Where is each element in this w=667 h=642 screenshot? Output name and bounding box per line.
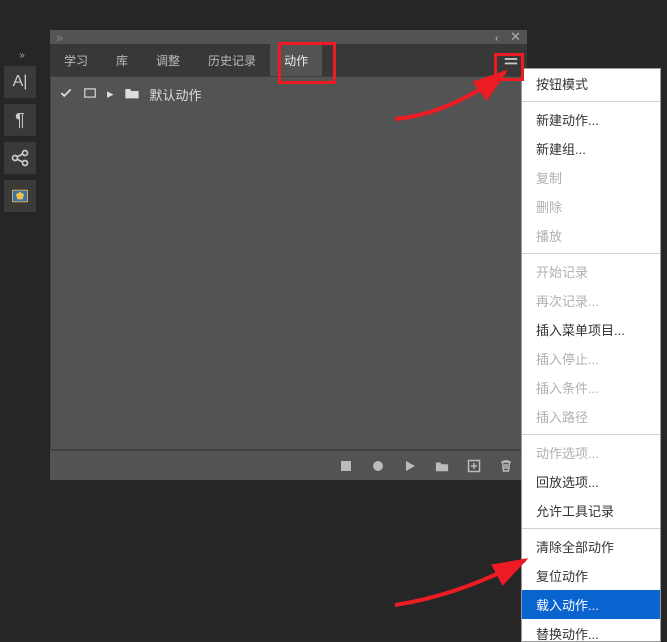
menu-separator [522,253,660,254]
menu-item[interactable]: 替换动作... [522,619,660,642]
menu-item: 插入停止... [522,344,660,373]
menu-item: 播放 [522,221,660,250]
new-action-icon[interactable] [467,459,481,473]
expand-chevron-icon[interactable]: ▸ [107,86,114,102]
record-icon[interactable] [371,459,385,473]
menu-separator [522,101,660,102]
share-icon[interactable] [4,142,36,174]
menu-separator [522,434,660,435]
menu-item[interactable]: 新建组... [522,134,660,163]
action-set-row[interactable]: ▸ 默认动作 [59,83,518,105]
panel-tabs: 学习 库 调整 历史记录 动作 [50,44,527,76]
menu-item[interactable]: 按钮模式 [522,69,660,98]
dialog-toggle-icon[interactable] [83,86,97,103]
tab-libraries[interactable]: 库 [102,44,142,76]
collapse-icon[interactable]: ‹‹ [495,33,496,44]
emblem-icon[interactable] [4,180,36,212]
action-set-label: 默认动作 [150,85,202,104]
menu-item: 动作选项... [522,438,660,467]
paragraph-panel-icon[interactable]: ¶ [4,104,36,136]
panel-menu-icon[interactable] [501,50,521,68]
menu-item[interactable]: 允许工具记录 [522,496,660,525]
menu-item[interactable]: 插入菜单项目... [522,315,660,344]
folder-icon [124,86,140,103]
actions-panel: » ‹‹ ✕ 学习 库 调整 历史记录 动作 ▸ 默认动作 [50,30,527,480]
menu-item: 再次记录... [522,286,660,315]
panel-content: ▸ 默认动作 [50,76,527,450]
tab-history[interactable]: 历史记录 [194,44,270,76]
menu-item[interactable]: 载入动作... [522,590,660,619]
panel-footer [50,450,527,480]
menu-item: 插入路径 [522,402,660,431]
sidebar: » A| ¶ [4,50,40,216]
tab-actions[interactable]: 动作 [270,44,322,76]
panel-flyout-menu: 按钮模式新建动作...新建组...复制删除播放开始记录再次记录...插入菜单项目… [521,68,661,642]
expand-toggle[interactable]: » [4,50,40,64]
new-folder-icon[interactable] [435,459,449,473]
toggle-check-icon[interactable] [59,86,73,103]
menu-item[interactable]: 回放选项... [522,467,660,496]
menu-item[interactable]: 清除全部动作 [522,532,660,561]
annotation-arrow-2 [390,550,540,610]
tab-adjustments[interactable]: 调整 [142,44,194,76]
close-icon[interactable]: ✕ [510,29,521,44]
menu-item[interactable]: 新建动作... [522,105,660,134]
menu-item[interactable]: 复位动作 [522,561,660,590]
character-panel-icon[interactable]: A| [4,66,36,98]
trash-icon[interactable] [499,459,513,473]
menu-item: 插入条件... [522,373,660,402]
menu-item: 开始记录 [522,257,660,286]
stop-icon[interactable] [339,459,353,473]
tab-learn[interactable]: 学习 [50,44,102,76]
panel-header: » ‹‹ ✕ [50,30,527,44]
play-icon[interactable] [403,459,417,473]
menu-item: 删除 [522,192,660,221]
menu-item: 复制 [522,163,660,192]
expand-icon[interactable]: » [56,30,63,45]
menu-separator [522,528,660,529]
